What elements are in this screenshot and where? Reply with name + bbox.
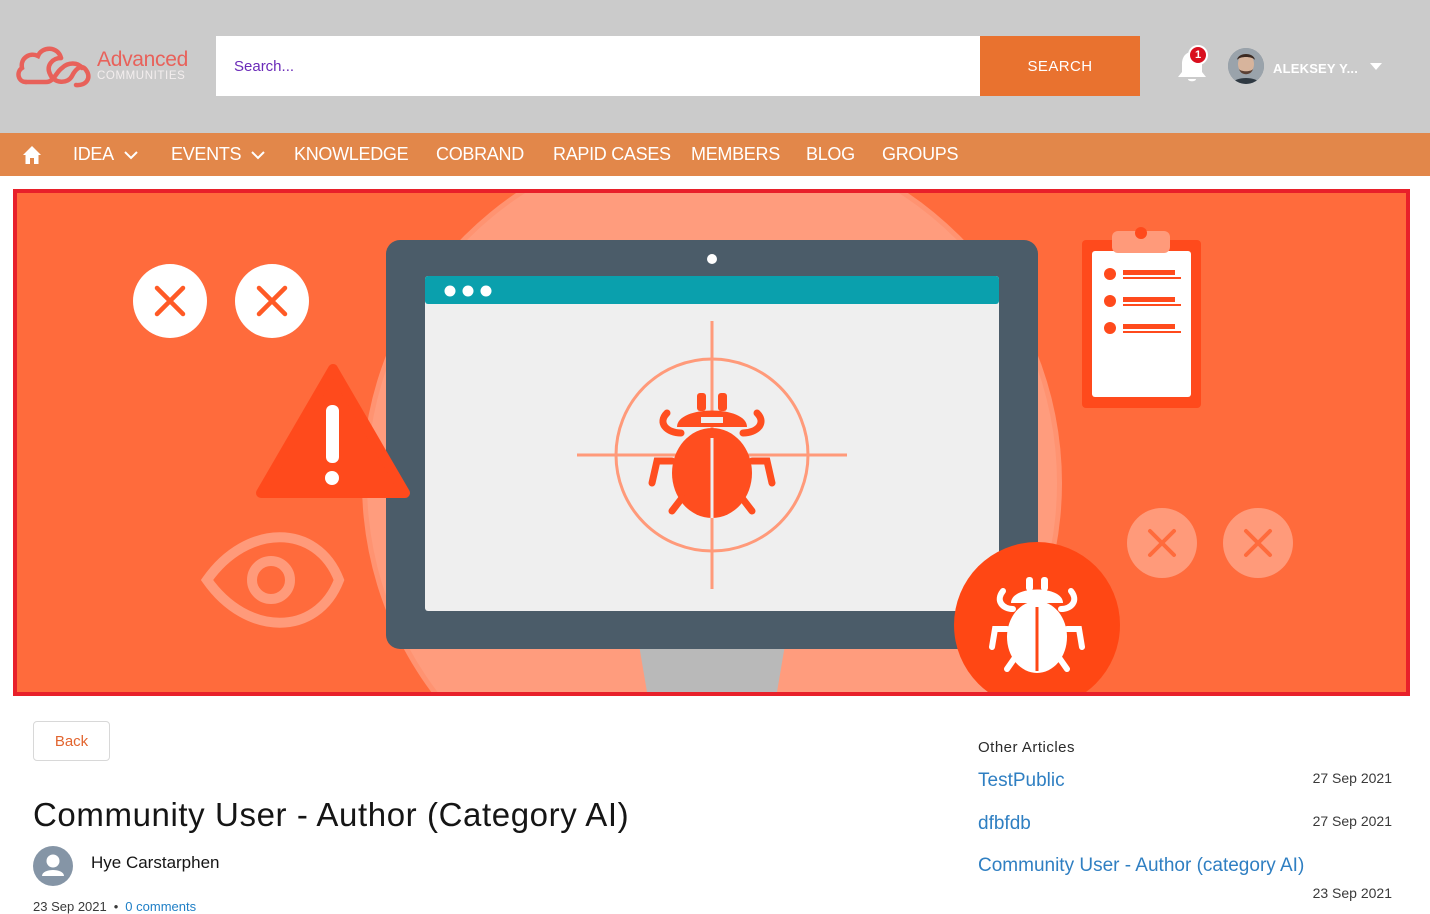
notification-badge: 1 — [1188, 45, 1208, 65]
brand-line1: Advanced — [97, 48, 189, 71]
nav-item-members[interactable]: MEMBERS — [691, 133, 780, 176]
nav-item-label: EVENTS — [171, 144, 242, 164]
main-nav: IDEA EVENTS KNOWLEDGE COBRAND RAPID CASE… — [0, 133, 1430, 176]
other-article-date: 27 Sep 2021 — [1312, 770, 1392, 786]
close-circle-icon — [1223, 508, 1293, 578]
nav-item-idea[interactable]: IDEA — [73, 133, 138, 176]
cloud-logo-icon — [16, 46, 91, 88]
home-icon[interactable] — [22, 145, 42, 165]
search-input[interactable] — [216, 36, 980, 96]
brand-logo[interactable]: Advanced COMMUNITIES — [16, 38, 188, 94]
clipboard-icon — [1082, 227, 1201, 408]
other-article-link[interactable]: Community User - Author (category AI) — [978, 855, 1304, 877]
article-title: Community User - Author (Category AI) — [33, 796, 630, 833]
user-icon — [42, 854, 64, 876]
nav-item-knowledge[interactable]: KNOWLEDGE — [294, 133, 409, 176]
other-article-link[interactable]: TestPublic — [978, 770, 1065, 792]
nav-item-label: IDEA — [73, 144, 114, 164]
close-circle-icon — [133, 264, 207, 338]
author-avatar[interactable] — [33, 846, 73, 886]
nav-item-groups[interactable]: GROUPS — [882, 133, 959, 176]
close-circle-icon — [235, 264, 309, 338]
bug-tracking-illustration — [133, 193, 1293, 692]
back-button[interactable]: Back — [33, 721, 110, 761]
brand-line2: COMMUNITIES — [97, 70, 186, 82]
other-article-date: 23 Sep 2021 — [1312, 885, 1392, 901]
eye-icon — [200, 532, 345, 628]
site-header: Advanced COMMUNITIES SEARCH 1 ALEKSEY Y.… — [0, 0, 1430, 133]
chevron-down-icon — [124, 151, 138, 160]
close-circle-icon — [1127, 508, 1197, 578]
author-name[interactable]: Hye Carstarphen — [91, 853, 220, 873]
caret-down-icon[interactable] — [1370, 63, 1382, 71]
other-article-link[interactable]: dfbfdb — [978, 813, 1031, 835]
brand-wordmark: Advanced COMMUNITIES — [97, 49, 188, 83]
other-articles-heading: Other Articles — [978, 739, 1076, 756]
nav-item-rapid-cases[interactable]: RAPID CASES — [553, 133, 671, 176]
chevron-down-icon — [251, 151, 265, 160]
search-button[interactable]: SEARCH — [980, 36, 1140, 96]
user-photo-icon — [1228, 48, 1264, 84]
nav-item-cobrand[interactable]: COBRAND — [436, 133, 524, 176]
user-name: ALEKSEY Y... — [1273, 61, 1359, 76]
other-article-date: 27 Sep 2021 — [1312, 813, 1392, 829]
nav-item-blog[interactable]: BLOG — [806, 133, 855, 176]
user-menu[interactable]: ALEKSEY Y... — [1228, 48, 1398, 88]
nav-item-events[interactable]: EVENTS — [171, 133, 265, 176]
avatar — [1228, 48, 1264, 84]
article-banner-image — [13, 189, 1410, 696]
